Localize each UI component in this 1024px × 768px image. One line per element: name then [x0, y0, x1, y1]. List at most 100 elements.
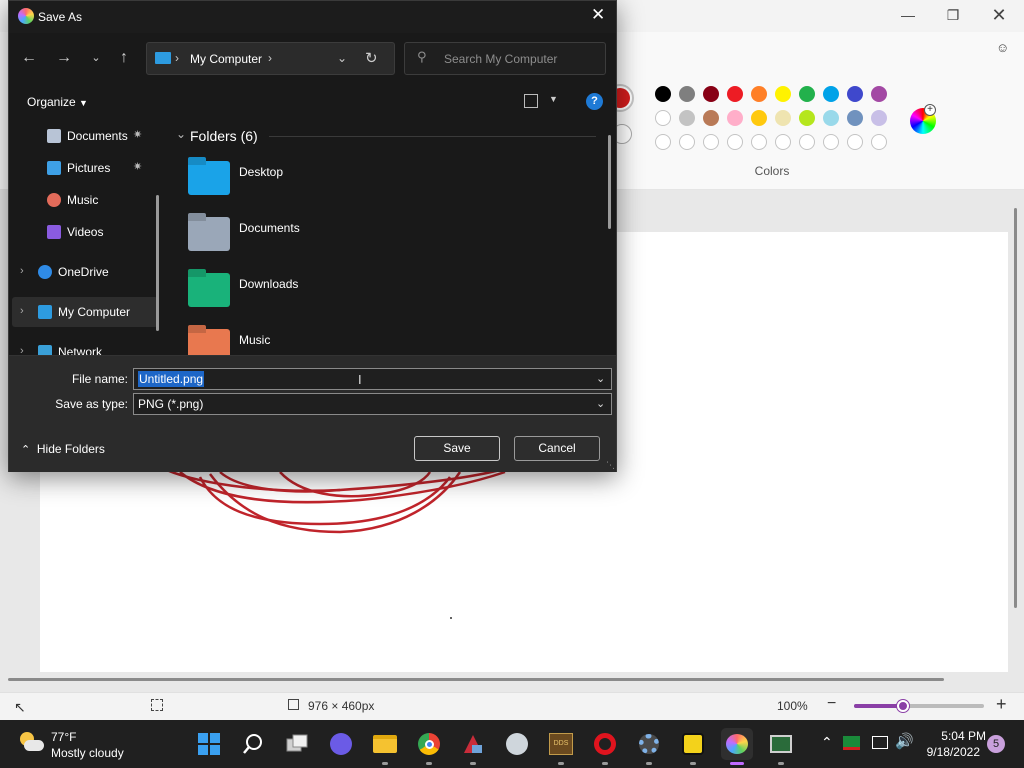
filename-input[interactable]: Untitled.png I ⌄	[133, 368, 612, 390]
dialog-titlebar[interactable]: Save As ✕	[9, 1, 616, 33]
hide-folders-toggle[interactable]: ⌃ Hide Folders	[21, 442, 105, 456]
nav-item-documents[interactable]: Documents ✷	[9, 121, 166, 151]
color-swatch[interactable]	[751, 110, 767, 126]
color-swatch[interactable]	[775, 110, 791, 126]
weather-temp[interactable]: 77°F	[51, 730, 76, 744]
folders-group-header[interactable]: Folders (6)	[190, 128, 258, 144]
color-swatch[interactable]	[847, 86, 863, 102]
color-swatch[interactable]	[823, 110, 839, 126]
custom-color-slot[interactable]	[751, 134, 767, 150]
color-swatch[interactable]	[655, 86, 671, 102]
custom-color-slot[interactable]	[799, 134, 815, 150]
weather-condition[interactable]: Mostly cloudy	[51, 746, 124, 760]
help-icon[interactable]: ?	[586, 93, 603, 110]
expand-chevron-icon[interactable]: ›	[20, 345, 24, 355]
notification-badge[interactable]: 5	[987, 735, 1005, 753]
color-swatch[interactable]	[703, 110, 719, 126]
custom-color-slot[interactable]	[823, 134, 839, 150]
horizontal-scrollbar[interactable]	[8, 678, 944, 681]
zoom-in-icon[interactable]: +	[996, 694, 1007, 715]
back-arrow-icon[interactable]: ←	[15, 44, 43, 72]
search-icon[interactable]	[237, 728, 269, 760]
tool-icon[interactable]	[501, 728, 533, 760]
start-icon[interactable]	[193, 728, 225, 760]
nav-item-network[interactable]: › Network	[9, 337, 166, 355]
color-swatch[interactable]	[727, 110, 743, 126]
save-type-select[interactable]: PNG (*.png) ⌄	[133, 393, 612, 415]
color-swatch[interactable]	[775, 86, 791, 102]
custom-color-slot[interactable]	[775, 134, 791, 150]
folder-name[interactable]: Desktop	[239, 165, 283, 179]
chrome-icon[interactable]	[413, 728, 445, 765]
color-swatch[interactable]	[655, 110, 671, 126]
save-button[interactable]: Save	[414, 436, 500, 461]
folder-item-documents[interactable]: Documents	[188, 213, 488, 259]
nav-item-pictures[interactable]: Pictures ✷	[9, 153, 166, 183]
recent-locations-icon[interactable]: ⌄	[82, 44, 110, 72]
folder-item-downloads[interactable]: Downloads	[188, 269, 488, 315]
search-box[interactable]: ⚲ Search My Computer	[404, 42, 606, 75]
up-arrow-icon[interactable]: ↑	[110, 44, 138, 72]
custom-color-slot[interactable]	[847, 134, 863, 150]
color-swatch[interactable]	[679, 110, 695, 126]
custom-color-slot[interactable]	[655, 134, 671, 150]
expand-chevron-icon[interactable]: ›	[20, 305, 24, 317]
resize-grip-icon[interactable]: ⋱	[606, 460, 615, 471]
custom-color-slot[interactable]	[679, 134, 695, 150]
display-tray-icon[interactable]	[872, 736, 888, 749]
folder-name[interactable]: Downloads	[239, 277, 298, 291]
nav-item-my-computer[interactable]: › My Computer	[12, 297, 158, 327]
breadcrumb-chevron-icon[interactable]: ›	[268, 51, 272, 65]
folder-name[interactable]: Music	[239, 333, 270, 347]
color-swatch[interactable]	[703, 86, 719, 102]
custom-color-slot[interactable]	[703, 134, 719, 150]
game-icon[interactable]: DDS	[545, 728, 577, 765]
pin-icon[interactable]: ✷	[133, 128, 142, 141]
expand-chevron-icon[interactable]: ›	[20, 265, 24, 277]
color-swatch[interactable]	[871, 110, 887, 126]
color-swatch[interactable]	[727, 86, 743, 102]
view-options-icon[interactable]	[524, 94, 538, 108]
file-list-scrollbar[interactable]	[608, 135, 611, 229]
nav-item-videos[interactable]: Videos	[9, 217, 166, 247]
task-view-icon[interactable]	[281, 728, 313, 760]
minimize-icon[interactable]: —	[885, 4, 931, 26]
cancel-button[interactable]: Cancel	[514, 436, 600, 461]
settings-icon[interactable]	[633, 728, 665, 765]
maximize-icon[interactable]: ❐	[930, 4, 976, 26]
color-swatch[interactable]	[871, 86, 887, 102]
chevron-up-icon[interactable]: ⌃	[821, 734, 833, 751]
filename-value[interactable]: Untitled.png	[138, 371, 205, 387]
color-swatch[interactable]	[823, 86, 839, 102]
nav-item-onedrive[interactable]: › OneDrive	[9, 257, 166, 287]
forward-arrow-icon[interactable]: →	[50, 44, 78, 72]
opera-icon[interactable]	[589, 728, 621, 765]
refresh-icon[interactable]: ↻	[365, 49, 378, 67]
clock-date[interactable]: 9/18/2022	[920, 745, 980, 759]
color-swatch[interactable]	[799, 110, 815, 126]
volume-icon[interactable]: 🔊	[895, 732, 914, 750]
remote-icon[interactable]	[677, 728, 709, 765]
collapse-group-icon[interactable]: ⌄	[176, 127, 186, 141]
folder-item-desktop[interactable]: Desktop	[188, 157, 488, 203]
terminal-icon[interactable]	[765, 728, 797, 765]
close-icon[interactable]: ✕	[976, 4, 1022, 26]
nav-pane-scrollbar[interactable]	[156, 195, 159, 331]
zoom-slider[interactable]	[854, 700, 984, 712]
folder-item-music[interactable]: Music	[188, 325, 488, 355]
dialog-close-icon[interactable]: ✕	[591, 5, 605, 25]
chat-icon[interactable]	[325, 728, 357, 760]
edit-colors-icon[interactable]: +	[910, 104, 936, 134]
color-swatch[interactable]	[751, 86, 767, 102]
folder-name[interactable]: Documents	[239, 221, 300, 235]
weather-icon[interactable]	[20, 732, 44, 756]
filename-dropdown-icon[interactable]: ⌄	[596, 369, 605, 389]
vertical-scrollbar[interactable]	[1014, 208, 1017, 608]
file-explorer-icon[interactable]	[369, 728, 401, 765]
network-tray-icon[interactable]	[843, 736, 860, 750]
zoom-out-icon[interactable]: −	[827, 695, 836, 713]
organize-menu[interactable]: Organize ▼	[27, 95, 88, 109]
profile-icon[interactable]: ☺	[996, 40, 1012, 56]
address-dropdown-icon[interactable]: ⌄	[337, 51, 347, 65]
zoom-percent[interactable]: 100%	[777, 699, 808, 713]
